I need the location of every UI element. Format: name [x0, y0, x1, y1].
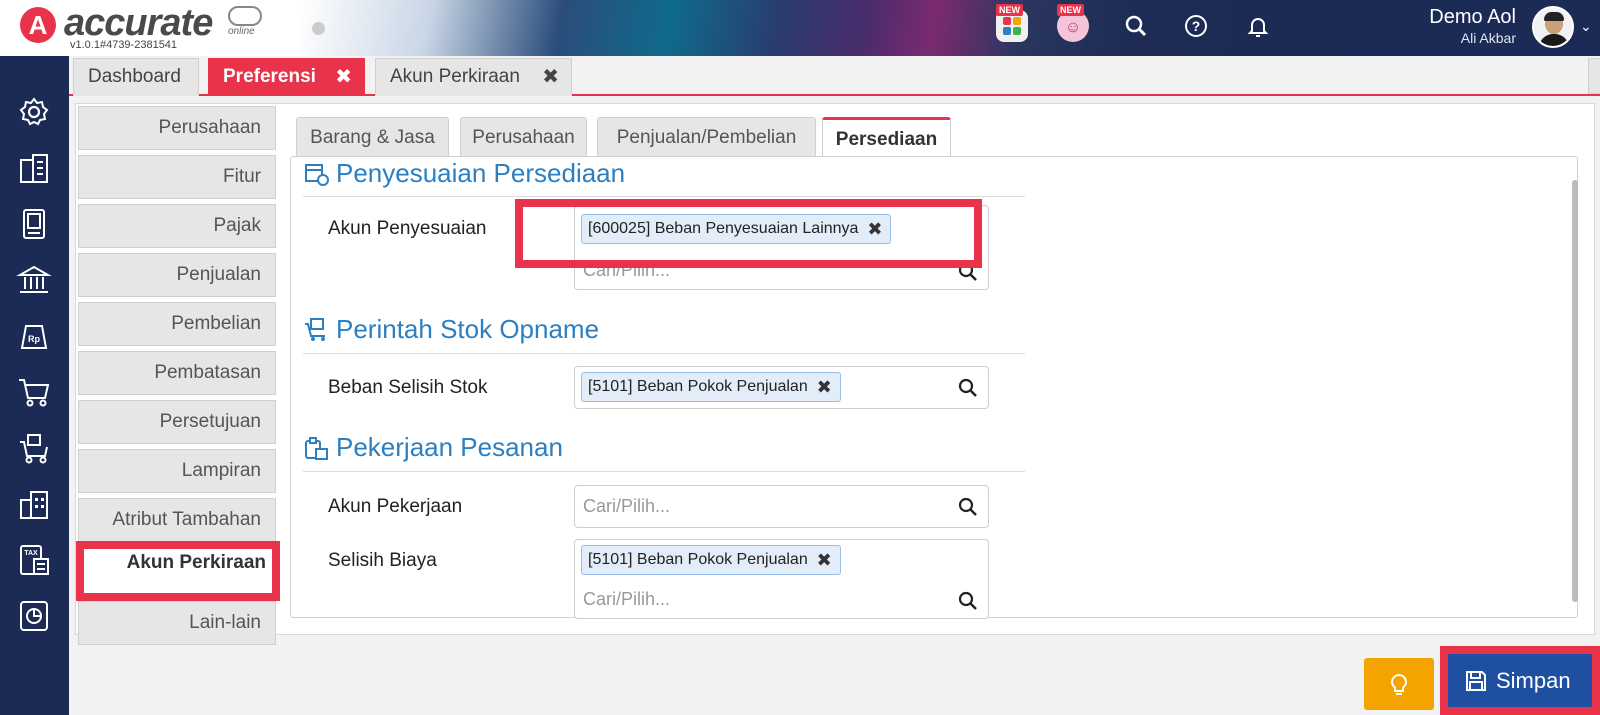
box-adjust-icon [303, 160, 329, 186]
section-divider [303, 196, 1025, 197]
remove-chip-icon[interactable]: ✖ [817, 546, 832, 574]
avatar[interactable] [1532, 6, 1574, 48]
tips-button[interactable] [1364, 658, 1434, 710]
sales-tag-icon[interactable]: Rp [16, 318, 52, 354]
tab-label: Preferensi [223, 66, 316, 87]
search-icon[interactable] [958, 378, 978, 398]
accurate-logo-icon[interactable]: A [20, 7, 56, 43]
side-menu-pembelian[interactable]: Pembelian [78, 302, 276, 346]
side-menu-lain-lain[interactable]: Lain-lain [78, 601, 276, 645]
selected-account-chip: [5101] Beban Pokok Penjualan ✖ [581, 545, 841, 575]
bell-icon[interactable] [1242, 10, 1274, 42]
purchase-cart-icon[interactable] [16, 430, 52, 466]
side-menu-perusahaan[interactable]: Perusahaan [78, 106, 276, 150]
top-header: A accurate online v1.0.1#4739-2381541 NE… [0, 0, 1600, 56]
chevron-down-icon[interactable]: ⌄ [1580, 18, 1592, 35]
side-menu-fitur[interactable]: Fitur [78, 155, 276, 199]
cloud-icon [228, 6, 262, 26]
save-label: Simpan [1496, 668, 1571, 693]
close-icon[interactable]: ✖ [542, 59, 559, 95]
side-menu-pembatasan[interactable]: Pembatasan [78, 351, 276, 395]
subtab-persediaan[interactable]: Persediaan [822, 117, 951, 159]
svg-text:TAX: TAX [24, 550, 38, 557]
label-akun-pekerjaan: Akun Pekerjaan [328, 496, 463, 517]
warehouse-icon[interactable] [16, 486, 52, 522]
section-title-pesanan: Pekerjaan Pesanan [336, 432, 563, 462]
side-menu-akun-perkiraan[interactable]: Akun Perkiraan [76, 541, 280, 601]
akun-pekerjaan-field[interactable]: Cari/Pilih... [574, 485, 989, 528]
new-badge: NEW [1057, 4, 1084, 16]
ledger-icon[interactable] [16, 206, 52, 242]
side-menu-persetujuan[interactable]: Persetujuan [78, 400, 276, 444]
user-subname: Ali Akbar [1460, 30, 1516, 46]
work-order-icon [303, 435, 329, 461]
chip-label: [5101] Beban Pokok Penjualan [588, 378, 808, 395]
apps-grid-icon [1003, 17, 1021, 35]
subtab-penjualan-pembelian[interactable]: Penjualan/Pembelian [597, 117, 816, 157]
svg-text:?: ? [1192, 18, 1201, 34]
scrollbar[interactable] [1572, 180, 1578, 602]
section-title-opname: Perintah Stok Opname [336, 314, 600, 344]
section-divider [303, 353, 1025, 354]
subtab-perusahaan[interactable]: Perusahaan [460, 117, 587, 157]
new-badge: NEW [996, 4, 1023, 16]
side-menu-atribut-tambahan[interactable]: Atribut Tambahan [78, 498, 276, 542]
tab-preferensi[interactable]: Preferensi ✖ [208, 58, 365, 96]
help-icon[interactable]: ? [1180, 10, 1212, 42]
section-title-penyesuaian: Penyesuaian Persediaan [336, 158, 626, 188]
subtab-barang-jasa[interactable]: Barang & Jasa [296, 117, 449, 157]
report-icon[interactable] [16, 598, 52, 634]
assistant-icon[interactable]: ☺ NEW [1057, 4, 1089, 42]
version-label: v1.0.1#4739-2381541 [70, 39, 178, 51]
user-name[interactable]: Demo Aol [1396, 6, 1516, 29]
label-selisih-biaya: Selisih Biaya [328, 550, 437, 571]
tab-dashboard[interactable]: Dashboard [73, 58, 199, 96]
lightbulb-icon [1391, 673, 1407, 695]
tax-icon[interactable]: TAX [16, 542, 52, 578]
side-menu-penjualan[interactable]: Penjualan [78, 253, 276, 297]
akun-pekerjaan-search-input[interactable]: Cari/Pilih... [583, 496, 670, 517]
search-icon[interactable] [958, 591, 978, 611]
chip-label: [5101] Beban Pokok Penjualan [588, 551, 808, 568]
side-menu-pajak[interactable]: Pajak [78, 204, 276, 248]
save-icon [1466, 671, 1486, 691]
tab-count-dropdown[interactable]: 3 ⌄ [1588, 58, 1600, 94]
company-icon[interactable] [16, 150, 52, 186]
search-icon[interactable] [958, 497, 978, 517]
stock-opname-icon [303, 316, 329, 342]
save-button[interactable]: Simpan [1440, 646, 1600, 715]
svg-text:Rp: Rp [28, 334, 40, 344]
close-icon[interactable]: ✖ [335, 59, 352, 95]
search-icon[interactable] [1120, 10, 1152, 42]
section-divider [303, 471, 1025, 472]
selisih-biaya-search-input[interactable]: Cari/Pilih... [583, 589, 670, 610]
bank-icon[interactable] [16, 262, 52, 298]
tab-label: Dashboard [88, 66, 181, 87]
status-dot [312, 22, 325, 35]
left-navigation: Rp TAX [0, 56, 69, 715]
label-akun-penyesuaian: Akun Penyesuaian [328, 218, 487, 239]
selisih-biaya-field[interactable]: [5101] Beban Pokok Penjualan ✖ Cari/Pili… [574, 539, 989, 619]
tab-akun-perkiraan[interactable]: Akun Perkiraan ✖ [375, 58, 572, 96]
selected-account-chip: [5101] Beban Pokok Penjualan ✖ [581, 372, 841, 402]
settings-icon[interactable] [16, 94, 52, 130]
side-menu-lampiran[interactable]: Lampiran [78, 449, 276, 493]
label-beban-selisih-stok: Beban Selisih Stok [328, 377, 488, 398]
header-background-art [300, 0, 1390, 56]
remove-chip-icon[interactable]: ✖ [817, 373, 832, 401]
highlight-box [515, 199, 982, 268]
beban-selisih-stok-field[interactable]: [5101] Beban Pokok Penjualan ✖ [574, 366, 989, 409]
apps-icon[interactable]: NEW [996, 4, 1028, 42]
tab-bar: Dashboard Preferensi ✖ Akun Perkiraan ✖ … [69, 56, 1600, 96]
logo-suffix: online [228, 26, 255, 37]
tab-label: Akun Perkiraan [390, 66, 520, 87]
cart-icon[interactable] [16, 374, 52, 410]
